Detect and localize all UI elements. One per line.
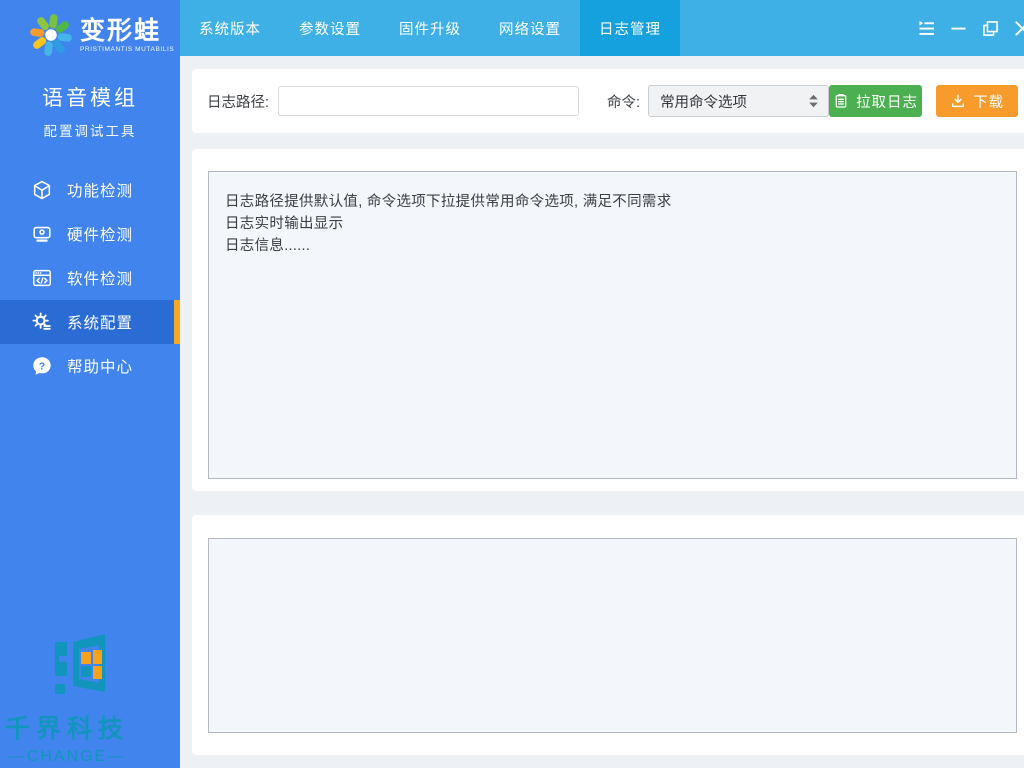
tab-system-version[interactable]: 系统版本	[180, 0, 280, 56]
log-toolbar: 日志路径: 命令: 常用命令选项 拉取日志 下载	[192, 69, 1024, 133]
tab-log-management[interactable]: 日志管理	[580, 0, 680, 56]
vendor-tagline: —CHANGE—	[8, 748, 126, 765]
download-button[interactable]: 下载	[936, 85, 1019, 117]
command-select[interactable]: 常用命令选项	[648, 85, 830, 117]
tab-firmware-upgrade[interactable]: 固件升级	[380, 0, 480, 56]
vendor-name: 千界科技	[4, 715, 129, 743]
sidebar-item-help-center[interactable]: ? 帮助中心	[0, 344, 180, 388]
select-arrows-icon	[809, 94, 818, 108]
sidebar-nav: 功能检测 硬件检测 软件检测 系统配置 ? 帮助中心	[0, 168, 180, 388]
collapse-menu-icon	[919, 20, 934, 35]
pull-log-button[interactable]: 拉取日志	[829, 85, 923, 117]
tab-network-settings[interactable]: 网络设置	[480, 0, 580, 56]
log-management-page: 日志路径: 命令: 常用命令选项 拉取日志 下载 日志路径提供默认值, 命令选项…	[180, 56, 1024, 768]
sidebar-item-label: 硬件检测	[67, 227, 134, 244]
sidebar: 变形蛙 PRISTIMANTIS MUTABILIS 语音模组 配置调试工具 功…	[0, 0, 180, 768]
brand-subtitle: PRISTIMANTIS MUTABILIS	[80, 45, 175, 53]
sidebar-item-software-check[interactable]: 软件检测	[0, 256, 180, 300]
minimize-icon	[951, 27, 966, 30]
log-extra-panel	[192, 515, 1024, 755]
sidebar-item-label: 功能检测	[67, 183, 134, 200]
svg-text:?: ?	[39, 360, 45, 372]
help-bubble-icon: ?	[33, 357, 51, 375]
vendor-logo-icon	[54, 634, 105, 694]
module-header: 语音模组 配置调试工具	[0, 82, 180, 140]
top-header: 系统版本 参数设置 固件升级 网络设置 日志管理	[180, 0, 1024, 56]
module-subtitle: 配置调试工具	[43, 124, 137, 139]
pull-log-label: 拉取日志	[856, 94, 919, 111]
log-path-label: 日志路径:	[207, 94, 270, 111]
command-label: 命令:	[607, 94, 641, 111]
gear-list-icon	[32, 312, 51, 330]
hardware-icon	[33, 226, 51, 242]
log-line: 日志信息......	[225, 238, 311, 254]
close-icon	[1014, 20, 1024, 36]
log-secondary-output-area[interactable]	[208, 538, 1018, 733]
brand-pinwheel-icon	[30, 14, 72, 56]
sidebar-item-function-check[interactable]: 功能检测	[0, 168, 180, 212]
command-selected-value: 常用命令选项	[660, 94, 748, 111]
log-line: 日志实时输出显示	[225, 216, 344, 232]
tab-bar: 系统版本 参数设置 固件升级 网络设置 日志管理	[180, 0, 680, 56]
log-info-panel: 日志路径提供默认值, 命令选项下拉提供常用命令选项, 满足不同需求 日志实时输出…	[192, 149, 1024, 491]
vendor-watermark: 千界科技 —CHANGE—	[0, 630, 134, 766]
sidebar-item-label: 帮助中心	[67, 359, 134, 376]
log-output-area[interactable]: 日志路径提供默认值, 命令选项下拉提供常用命令选项, 满足不同需求 日志实时输出…	[208, 171, 1018, 479]
software-icon	[33, 269, 51, 287]
brand-name: 变形蛙	[80, 16, 162, 45]
download-icon	[951, 94, 965, 108]
sidebar-item-system-config[interactable]: 系统配置	[0, 300, 180, 344]
clipboard-icon	[835, 94, 847, 108]
module-title: 语音模组	[42, 87, 138, 110]
tab-parameter-settings[interactable]: 参数设置	[280, 0, 380, 56]
sidebar-item-hardware-check[interactable]: 硬件检测	[0, 212, 180, 256]
download-label: 下载	[973, 94, 1005, 111]
maximize-button[interactable]	[974, 12, 1006, 44]
sidebar-item-label: 软件检测	[67, 271, 134, 288]
log-line: 日志路径提供默认值, 命令选项下拉提供常用命令选项, 满足不同需求	[225, 194, 672, 210]
window-controls	[910, 0, 1024, 56]
app-brand: 变形蛙 PRISTIMANTIS MUTABILIS	[0, 0, 180, 58]
collapse-menu-button[interactable]	[910, 12, 942, 44]
log-path-input[interactable]	[278, 86, 580, 116]
close-button[interactable]	[1006, 12, 1024, 44]
cube-icon	[33, 180, 51, 200]
minimize-button[interactable]	[942, 12, 974, 44]
maximize-icon	[982, 20, 998, 36]
sidebar-item-label: 系统配置	[67, 315, 134, 332]
